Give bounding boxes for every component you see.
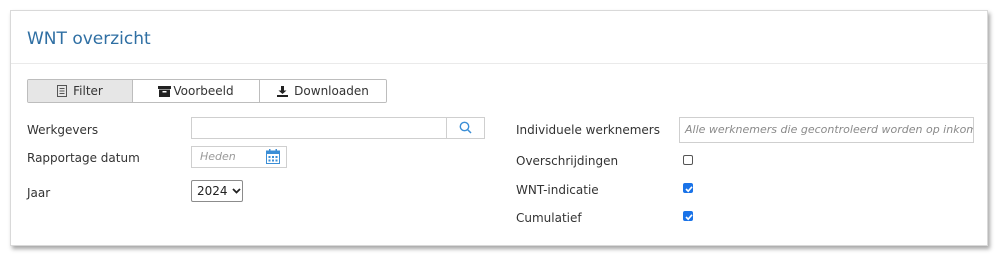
preview-button-label: Voorbeeld [173,84,234,98]
exceedances-checkbox[interactable] [683,155,693,165]
exceedances-label: Overschrijdingen [516,154,619,168]
employers-input[interactable] [191,117,447,139]
calendar-icon[interactable] [266,149,280,171]
wnt-indication-label: WNT-indicatie [516,183,599,197]
employers-search-button[interactable] [447,117,485,139]
preview-button[interactable]: Voorbeeld [133,80,260,102]
wnt-overview-panel: WNT overzicht Filter Voorbeeld Downloade… [10,10,988,246]
view-toggle-group: Filter Voorbeeld Downloaden [27,79,387,103]
year-select[interactable]: 2024 [191,180,243,202]
individual-employees-placeholder: Alle werknemers die gecontroleerd worden… [685,123,974,136]
report-date-label: Rapportage datum [27,151,140,165]
report-date-input[interactable]: Heden [191,146,287,168]
report-date-placeholder: Heden [200,150,236,163]
download-button[interactable]: Downloaden [260,80,386,102]
cumulative-label: Cumulatief [516,211,582,225]
filter-button[interactable]: Filter [28,80,133,102]
archive-icon [158,85,172,97]
download-button-label: Downloaden [294,84,369,98]
year-label: Jaar [27,186,51,200]
chevron-down-icon [231,186,241,197]
search-icon [459,119,472,138]
download-icon [277,85,289,97]
filter-button-label: Filter [73,84,103,98]
page-title: WNT overzicht [27,29,151,49]
year-value: 2024 [197,184,228,198]
individual-employees-input[interactable]: Alle werknemers die gecontroleerd worden… [679,117,974,143]
individual-employees-label: Individuele werknemers [516,123,660,137]
wnt-indication-checkbox[interactable] [683,183,693,193]
cumulative-checkbox[interactable] [683,211,693,221]
employers-label: Werkgevers [27,123,99,137]
document-icon [57,85,68,97]
header-divider [11,63,987,64]
